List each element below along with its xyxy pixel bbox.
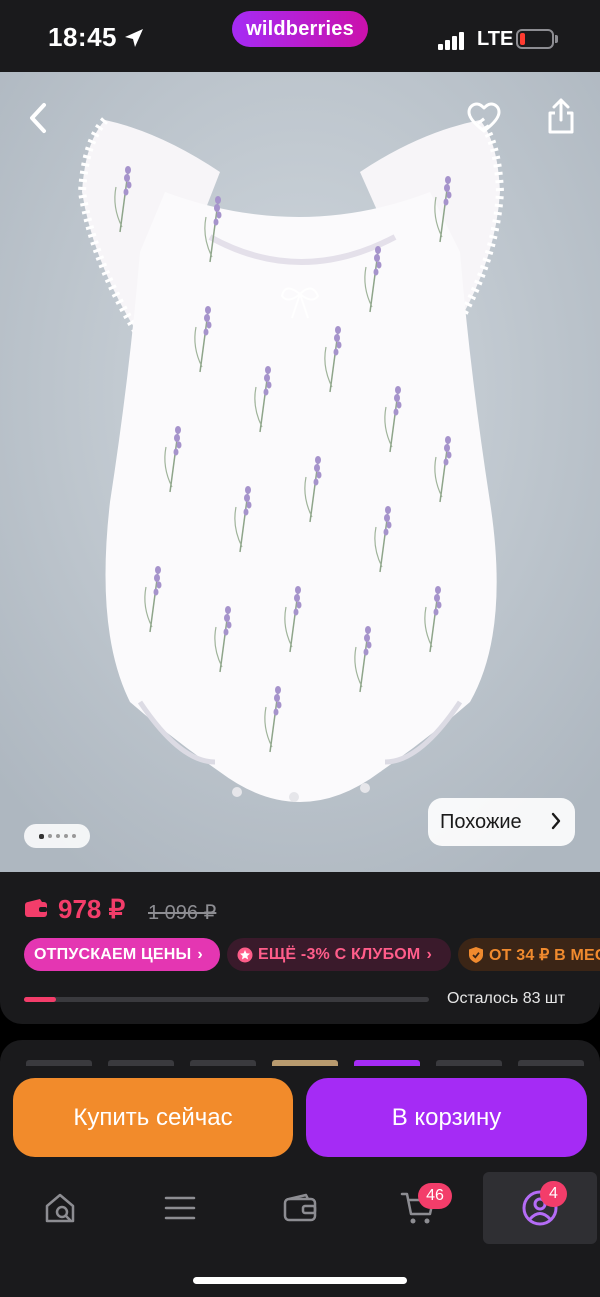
badge-price-drop[interactable]: ОТПУСКАЕМ ЦЕНЫ › (24, 938, 220, 971)
back-button[interactable] (15, 95, 61, 141)
similar-label: Похожие (440, 810, 522, 833)
battery-icon (516, 29, 554, 49)
variant-thumb[interactable] (26, 1060, 92, 1066)
variant-thumb[interactable] (108, 1060, 174, 1066)
chevron-right-icon (551, 812, 561, 830)
location-arrow-icon (125, 29, 143, 47)
variant-thumb[interactable] (272, 1060, 338, 1066)
price-card: 978 ₽ 1 096 ₽ ОТПУСКАЕМ ЦЕНЫ › ЕЩЁ -3% С… (0, 872, 600, 1024)
share-icon (548, 98, 574, 134)
stock-remaining-text: Осталось 83 шт (447, 990, 566, 1007)
chevron-right-icon: › (426, 945, 432, 963)
home-search-icon (45, 1193, 75, 1223)
battery-level (520, 33, 525, 45)
variant-thumb-selected[interactable] (354, 1060, 420, 1066)
status-bar: 18:45 wildberries LTE (0, 0, 600, 72)
old-price: 1 096 ₽ (148, 902, 217, 924)
variant-thumb[interactable] (436, 1060, 502, 1066)
battery-cap (555, 35, 558, 43)
tab-profile[interactable] (483, 1172, 597, 1244)
home-indicator (193, 1277, 407, 1284)
pagination-dot (55, 834, 60, 838)
brand-text: wildberries (246, 17, 354, 40)
pagination-dot (63, 834, 68, 838)
tab-catalog[interactable] (130, 1172, 230, 1244)
badge-installment-label: ОТ 34 ₽ В МЕСЯЦ (489, 946, 600, 964)
buy-now-button[interactable]: Купить сейчас (13, 1078, 293, 1157)
chevron-right-icon: › (197, 945, 203, 963)
badge-club-discount[interactable]: ЕЩЁ -3% С КЛУБОМ › (227, 938, 451, 971)
club-star-icon (237, 947, 253, 962)
wallet-icon (25, 899, 47, 917)
shield-icon (469, 946, 483, 963)
pagination-dot (47, 834, 52, 838)
heart-icon (467, 102, 501, 133)
current-price: 978 ₽ (58, 894, 126, 924)
variant-thumb[interactable] (190, 1060, 256, 1066)
cart-count-badge: 46 (418, 1183, 452, 1209)
network-label: LTE (477, 28, 514, 50)
add-to-cart-button[interactable]: В корзину (306, 1078, 587, 1157)
menu-icon (164, 1196, 196, 1220)
pagination-dot (71, 834, 76, 838)
status-time: 18:45 (48, 22, 117, 52)
tab-cart[interactable] (368, 1172, 468, 1244)
variant-thumb[interactable] (518, 1060, 584, 1066)
profile-count-badge: 4 (540, 1181, 567, 1207)
badge-price-drop-label: ОТПУСКАЕМ ЦЕНЫ (34, 945, 192, 963)
similar-button[interactable]: Похожие (428, 798, 575, 846)
badge-club-discount-label: ЕЩЁ -3% С КЛУБОМ (258, 945, 421, 963)
brand-logo[interactable]: wildberries (232, 11, 368, 47)
badge-installment[interactable]: ОТ 34 ₽ В МЕСЯЦ (458, 938, 600, 971)
back-arrow-icon (30, 103, 46, 133)
gallery-pagination-dots (24, 824, 90, 848)
tab-home[interactable] (10, 1172, 110, 1244)
tab-wallet[interactable] (250, 1172, 350, 1244)
pagination-dot (38, 833, 44, 839)
product-photo (0, 72, 600, 872)
wallet-icon (283, 1193, 317, 1222)
favorite-button[interactable] (461, 95, 507, 141)
share-button[interactable] (538, 93, 584, 139)
product-gallery[interactable]: Похожие (0, 72, 600, 872)
stock-progress-bar (24, 997, 429, 1002)
stock-progress-fill (24, 997, 57, 1002)
signal-icon (438, 30, 466, 50)
